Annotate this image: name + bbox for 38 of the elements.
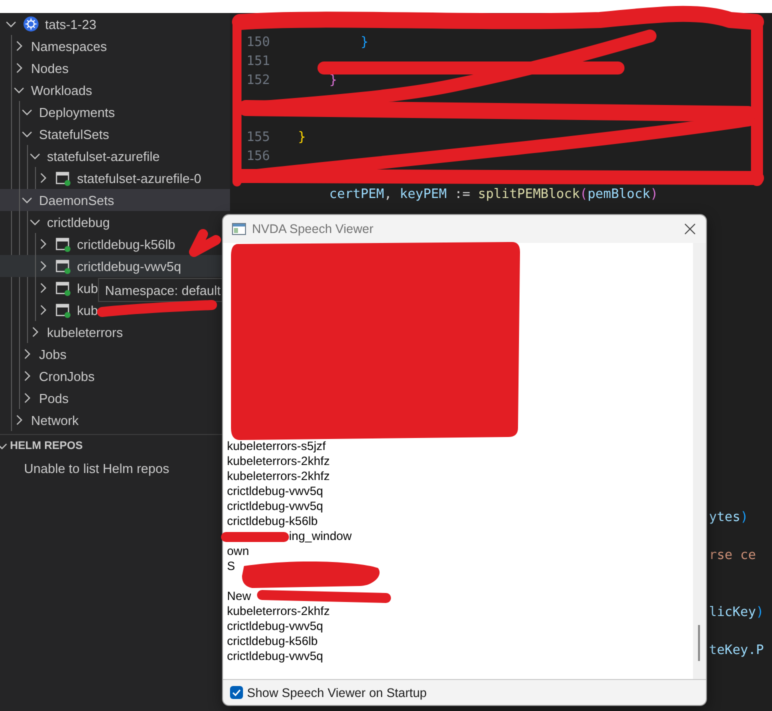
log-line: crictldebug-k56lb — [227, 514, 318, 529]
code-text: ( — [580, 187, 588, 202]
code-text: } — [298, 130, 306, 145]
log-line: crictldebug-vwv5q — [227, 649, 324, 664]
code-text: keyPEM — [400, 187, 447, 202]
log-line: kubeleterrors-2khfz — [227, 604, 330, 619]
code-text: licKey — [709, 605, 756, 620]
log-line: ing_window — [289, 529, 352, 544]
log-line: crictldebug-vwv5q — [227, 499, 324, 514]
code-text: teKey.P — [709, 643, 764, 658]
code-text: ) — [650, 187, 658, 202]
code-text: certPEM — [329, 187, 384, 202]
code-text: ) — [740, 510, 748, 525]
log-line: kubeleterrors-2khfz — [227, 454, 330, 469]
log-line: own — [227, 544, 250, 559]
code-text: } — [360, 35, 368, 50]
line-number: 155 — [246, 130, 270, 145]
log-line: crictldebug-vwv5q — [227, 619, 324, 634]
code-text: ) — [756, 605, 764, 620]
status-message: Unable to list Helm repos — [23, 460, 170, 478]
log-line: crictldebug-k56lb — [227, 634, 318, 649]
code-text: , — [384, 187, 393, 202]
code-text: pemBlock — [588, 187, 650, 202]
line-number: 150 — [246, 35, 270, 50]
log-line: kubeleterrors-2khfz — [227, 469, 330, 484]
line-number: 152 — [246, 73, 270, 88]
code-text: splitPEMBlock — [478, 187, 580, 202]
log-line: S — [227, 559, 236, 574]
window-title: NVDA Speech Viewer — [252, 222, 374, 236]
code-text: ytes — [709, 510, 740, 525]
code-text: } — [329, 73, 338, 88]
code-text: rse ce — [709, 548, 756, 563]
log-line: crictldebug-vwv5q — [227, 484, 324, 499]
log-line: New — [227, 589, 252, 604]
line-number: 156 — [246, 149, 270, 164]
line-number: 151 — [246, 54, 270, 69]
log-line: kubeleterrors-s5jzf — [227, 439, 326, 454]
code-text: := — [454, 187, 472, 202]
